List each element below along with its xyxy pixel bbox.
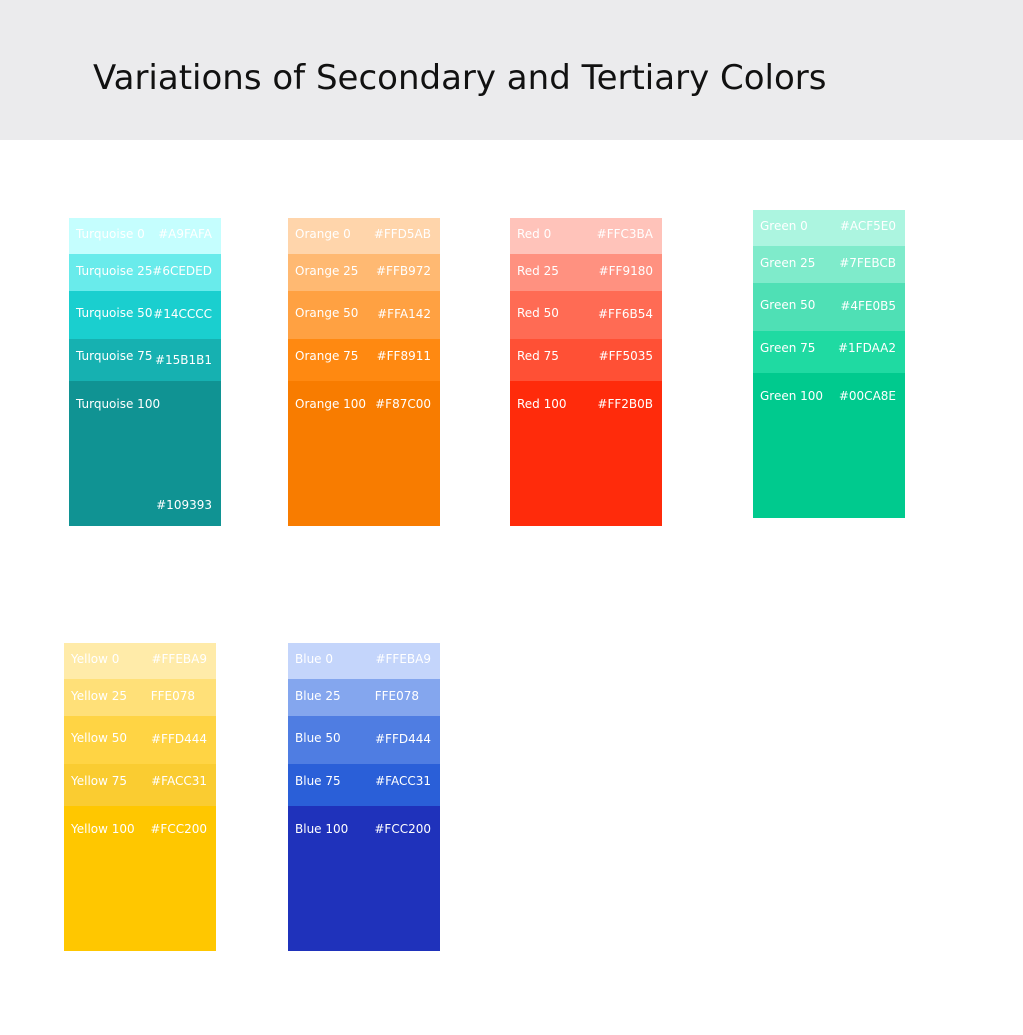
swatch-label: Yellow 75 [71,774,128,788]
green-palette: Green 0 #ACF5E0 Green 25 #7FEBCB Green 5… [753,210,905,518]
swatch-hex-code: FFE078 [150,689,195,703]
swatch-label: Turquoise 25 [76,264,153,278]
swatch-label: Blue 0 [295,652,334,666]
swatch-hex-code: #FF6B54 [598,307,653,321]
swatch-label: Red 50 [517,306,559,320]
turquoise-palette: Turquoise 0 #A9FAFA Turquoise 25 #6CEDED… [69,218,221,526]
swatch-label: Green 50 [760,298,816,312]
swatch-hex-code: #1FDAA2 [837,341,896,355]
swatch-hex-code: #14CCCC [153,307,212,321]
swatch-label: Turquoise 0 [76,227,145,241]
swatch-label: Turquoise 75 [76,349,153,363]
swatch-hex-code: #00CA8E [838,389,896,403]
swatch-label: Orange 50 [295,306,359,320]
swatch-label: Yellow 50 [71,731,128,745]
swatch-hex-code: #6CEDED [152,264,212,278]
page-header: Variations of Secondary and Tertiary Col… [0,0,1023,140]
swatch-label: Blue 50 [295,731,341,745]
swatch-hex-code: #FF9180 [598,264,653,278]
swatch-hex-code: #FF2B0B [597,397,653,411]
swatch-label: Yellow 100 [71,822,135,836]
swatch-hex-code: FFE078 [374,689,419,703]
swatch-label: Orange 25 [295,264,359,278]
swatch-label: Blue 100 [295,822,349,836]
swatch-hex-code: #FFA142 [377,307,431,321]
swatch-hex-code: #109393 [156,498,212,512]
page-title: Variations of Secondary and Tertiary Col… [93,58,827,98]
swatch-label: Red 75 [517,349,559,363]
swatch-label: Green 0 [760,219,808,233]
yellow-palette: Yellow 0 #FFEBA9 Yellow 25 FFE078 Yellow… [64,643,216,951]
orange-palette: Orange 0 #FFD5AB Orange 25 #FFB972 Orang… [288,218,440,526]
swatch-hex-code: #FF8911 [376,349,431,363]
swatch-hex-code: #FFD5AB [373,227,431,241]
swatch-hex-code: #F87C00 [375,397,431,411]
swatch-label: Turquoise 100 [76,397,161,411]
swatch-label: Yellow 0 [71,652,120,666]
swatch-hex-code: #FFD444 [150,732,207,746]
swatch-label: Orange 75 [295,349,359,363]
swatch-label: Orange 0 [295,227,351,241]
swatch-label: Red 100 [517,397,567,411]
swatch-label: Blue 75 [295,774,341,788]
blue-palette: Blue 0 #FFEBA9 Blue 25 FFE078 Blue 50 #F… [288,643,440,951]
swatch-hex-code: #15B1B1 [154,353,212,367]
swatch-label: Red 0 [517,227,552,241]
swatch-hex-code: #FFD444 [374,732,431,746]
swatch-hex-code: #FACC31 [151,774,207,788]
swatch-label: Green 25 [760,256,816,270]
swatch-label: Blue 25 [295,689,341,703]
swatch-label: Yellow 25 [71,689,128,703]
swatch-hex-code: #7FEBCB [839,256,896,270]
swatch-label: Green 75 [760,341,816,355]
swatch-hex-code: #FFC3BA [596,227,653,241]
swatch-hex-code: #FFB972 [376,264,431,278]
swatch-hex-code: #A9FAFA [158,227,212,241]
swatch-label: Green 100 [760,389,824,403]
swatch-hex-code: #FF5035 [598,349,653,363]
swatch-label: Orange 100 [295,397,367,411]
swatch-hex-code: #4FE0B5 [840,299,896,313]
swatch-hex-code: #FACC31 [375,774,431,788]
swatch-label: Turquoise 50 [76,306,153,320]
swatch-hex-code: #FFEBA9 [375,652,431,666]
swatch-hex-code: #FCC200 [374,822,431,836]
swatch-hex-code: #ACF5E0 [839,219,896,233]
swatch-label: Red 25 [517,264,559,278]
swatch-hex-code: #FFEBA9 [151,652,207,666]
swatch-hex-code: #FCC200 [150,822,207,836]
red-palette: Red 0 #FFC3BA Red 25 #FF9180 Red 50 #FF6… [510,218,662,526]
